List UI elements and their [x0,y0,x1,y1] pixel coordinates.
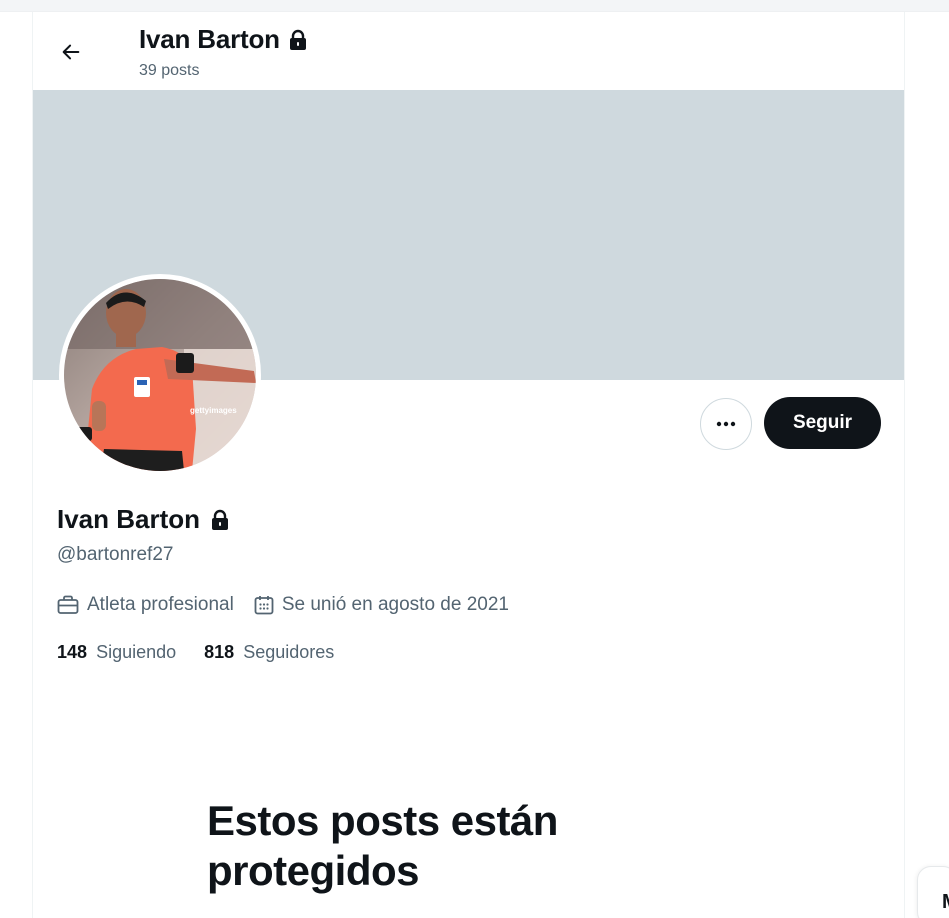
calendar-icon [254,596,274,615]
followers-link[interactable]: 818 Seguidores [204,642,334,663]
profile-category: Atleta profesional [57,594,234,616]
following-count: 148 [57,642,88,662]
profile-name: Ivan Barton [57,504,201,534]
right-sidebar-card: M [917,866,949,918]
header-post-count: 39 posts [139,62,200,79]
profile-header: Ivan Barton 39 posts [33,12,904,90]
lock-icon [212,509,229,530]
profile-column: Ivan Barton 39 posts gettyimages Seguir … [32,12,905,918]
profile-meta: Atleta profesional Se unió en agosto de … [57,594,529,616]
category-label: Atleta profesional [87,594,234,615]
avatar-photo: gettyimages [64,279,256,471]
lock-icon [289,29,306,50]
protected-title: Estos posts están protegidos [207,797,558,894]
more-icon [716,421,736,427]
back-button[interactable] [53,34,89,70]
right-sidebar-edge [905,12,949,918]
avatar-watermark: gettyimages [190,406,237,415]
profile-joined: Se unió en agosto de 2021 [254,594,509,616]
following-link[interactable]: 148 Siguiendo [57,642,176,663]
header-name: Ivan Barton [139,24,280,54]
profile-name-row: Ivan Barton [57,504,230,535]
back-arrow-icon [62,44,80,60]
following-label: Siguiendo [96,642,177,662]
profile-handle: @bartonref27 [57,544,174,565]
header-title: Ivan Barton [139,24,308,55]
browser-top-strip [0,0,949,12]
follow-stats: 148 Siguiendo 818 Seguidores [57,642,334,663]
more-options-button[interactable] [700,398,752,450]
followers-label: Seguidores [243,642,335,662]
right-card-letter: M [942,891,949,914]
avatar[interactable]: gettyimages [59,274,261,476]
followers-count: 818 [204,642,235,662]
follow-button[interactable]: Seguir [764,397,881,449]
briefcase-icon [57,595,79,614]
joined-label: Se unió en agosto de 2021 [281,594,509,615]
